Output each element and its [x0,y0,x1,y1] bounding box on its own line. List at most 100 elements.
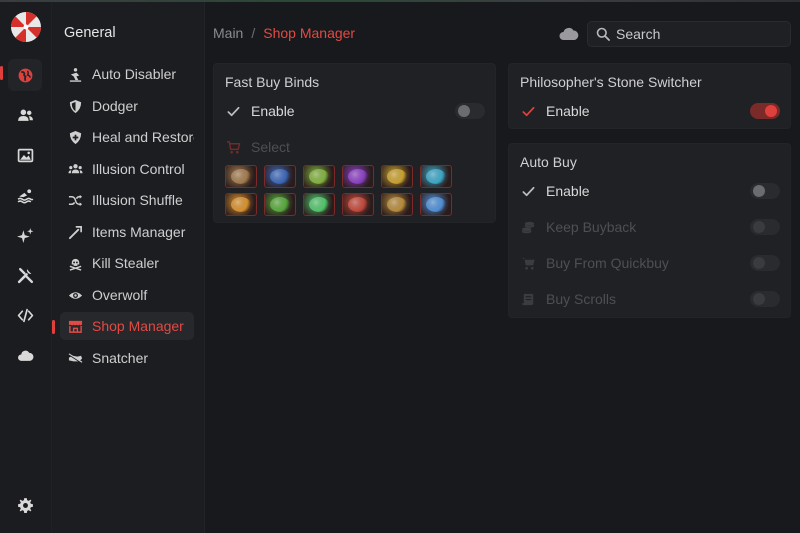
nav-item-shop-manager[interactable]: Shop Manager [60,312,194,340]
rail-active-marker [0,66,3,80]
search-icon [596,27,610,41]
breadcrumb-root[interactable]: Main [213,25,243,41]
cart-icon [224,138,242,156]
row-label: Keep Buyback [546,219,637,235]
row-label: Buy Scrolls [546,291,617,307]
nav-item-overwolf[interactable]: Overwolf [60,281,194,309]
fast-buy-select-row[interactable]: Select [224,136,485,158]
nav-label: Illusion Shuffle [92,192,183,208]
nav-label: Snatcher [92,350,149,366]
panel-title: Philosopher's Stone Switcher [520,74,702,90]
philosopher-enable-toggle[interactable] [750,103,780,119]
rail-code-button[interactable] [8,299,42,331]
cart-icon [519,254,537,272]
gold-beetle-item[interactable] [381,165,413,188]
cloud-sync-button[interactable] [558,24,580,44]
users-icon [66,160,84,178]
item-icon [270,169,290,184]
gear-icon [17,497,33,513]
rail-sparkle-button[interactable] [8,219,42,251]
toggle-knob [753,221,765,233]
rail-users-button[interactable] [8,99,42,131]
breadcrumb: Main / Shop Manager [213,25,355,41]
blue-crystal-item[interactable] [420,193,452,216]
toggle-knob [753,293,765,305]
panel-title: Auto Buy [520,154,577,170]
row-label: Enable [251,103,295,119]
skull-icon [66,254,84,272]
cloud-icon [559,27,579,40]
image-icon [17,148,33,162]
cloud-icon [17,350,33,361]
rail-tools-button[interactable] [8,259,42,291]
rail-settings-button[interactable] [8,489,42,521]
check-icon [224,102,242,120]
purple-orb-item[interactable] [342,165,374,188]
buy-from-quickbuy-row[interactable]: Buy From Quickbuy [519,252,780,274]
coins-icon [519,218,537,236]
nav-item-dodger[interactable]: Dodger [60,92,194,120]
red-orb-item[interactable] [342,193,374,216]
rail-swim-button[interactable] [8,179,42,211]
check-icon [519,102,537,120]
auto-buy-panel: Auto Buy Enable Keep Buyback Buy From Qu… [508,143,791,318]
auto-buy-enable-row[interactable]: Enable [519,180,780,202]
buy-scrolls-row[interactable]: Buy Scrolls [519,288,780,310]
item-icon [348,197,368,212]
sparkle-icon [16,227,33,243]
row-label: Select [251,139,290,155]
fast-buy-binds-panel: Fast Buy Binds Enable Select [213,63,496,223]
nav-item-snatcher[interactable]: Snatcher [60,344,194,372]
fast-buy-enable-row[interactable]: Enable [224,100,485,122]
green-leaf-item[interactable] [303,165,335,188]
blue-gem-item[interactable] [420,165,452,188]
row-label: Enable [546,103,590,119]
nav-item-items-manager[interactable]: Items Manager [60,218,194,246]
nav-label: Heal and Restore [92,129,194,145]
item-icon [309,197,329,212]
toggle-knob [765,105,777,117]
gold-horn-item[interactable] [381,193,413,216]
keep-buyback-toggle[interactable] [750,219,780,235]
eye-icon [66,286,84,304]
item-icon [231,169,251,184]
orange-claw-item[interactable] [225,193,257,216]
rail-cloud-button[interactable] [8,339,42,371]
buy-from-quickbuy-toggle[interactable] [750,255,780,271]
fast-buy-enable-toggle[interactable] [455,103,485,119]
scroll-icon [519,290,537,308]
nav-item-heal-and-restore[interactable]: Heal and Restore [60,123,194,151]
philosopher-enable-row[interactable]: Enable [519,100,780,122]
tools-icon [17,267,33,283]
scroll-item[interactable] [225,165,257,188]
item-icon [426,169,446,184]
nav-item-kill-stealer[interactable]: Kill Stealer [60,249,194,277]
item-icon [270,197,290,212]
nav-item-auto-disabler[interactable]: Auto Disabler [60,60,194,88]
nav-item-illusion-shuffle[interactable]: Illusion Shuffle [60,186,194,214]
nav-label: Illusion Control [92,161,185,177]
rail-image-button[interactable] [8,139,42,171]
toggle-knob [458,105,470,117]
swim-icon [17,188,33,203]
green-apple-item[interactable] [264,193,296,216]
green-wing-item[interactable] [303,193,335,216]
row-label: Enable [546,183,590,199]
blue-potion-item[interactable] [264,165,296,188]
breadcrumb-separator: / [251,25,256,41]
search-input[interactable] [616,26,786,42]
toggle-knob [753,185,765,197]
auto-buy-enable-toggle[interactable] [750,183,780,199]
buy-scrolls-toggle[interactable] [750,291,780,307]
nav-item-illusion-control[interactable]: Illusion Control [60,155,194,183]
panel-title: Fast Buy Binds [225,74,320,90]
nav-label: Items Manager [92,224,186,240]
keep-buyback-row[interactable]: Keep Buyback [519,216,780,238]
rail-globe-button[interactable] [8,59,42,91]
hand-icon [66,349,84,367]
nav-label: Dodger [92,98,138,114]
search-box[interactable] [587,21,791,47]
item-icon [387,169,407,184]
item-icon [231,197,251,212]
nav-active-marker [52,320,55,334]
